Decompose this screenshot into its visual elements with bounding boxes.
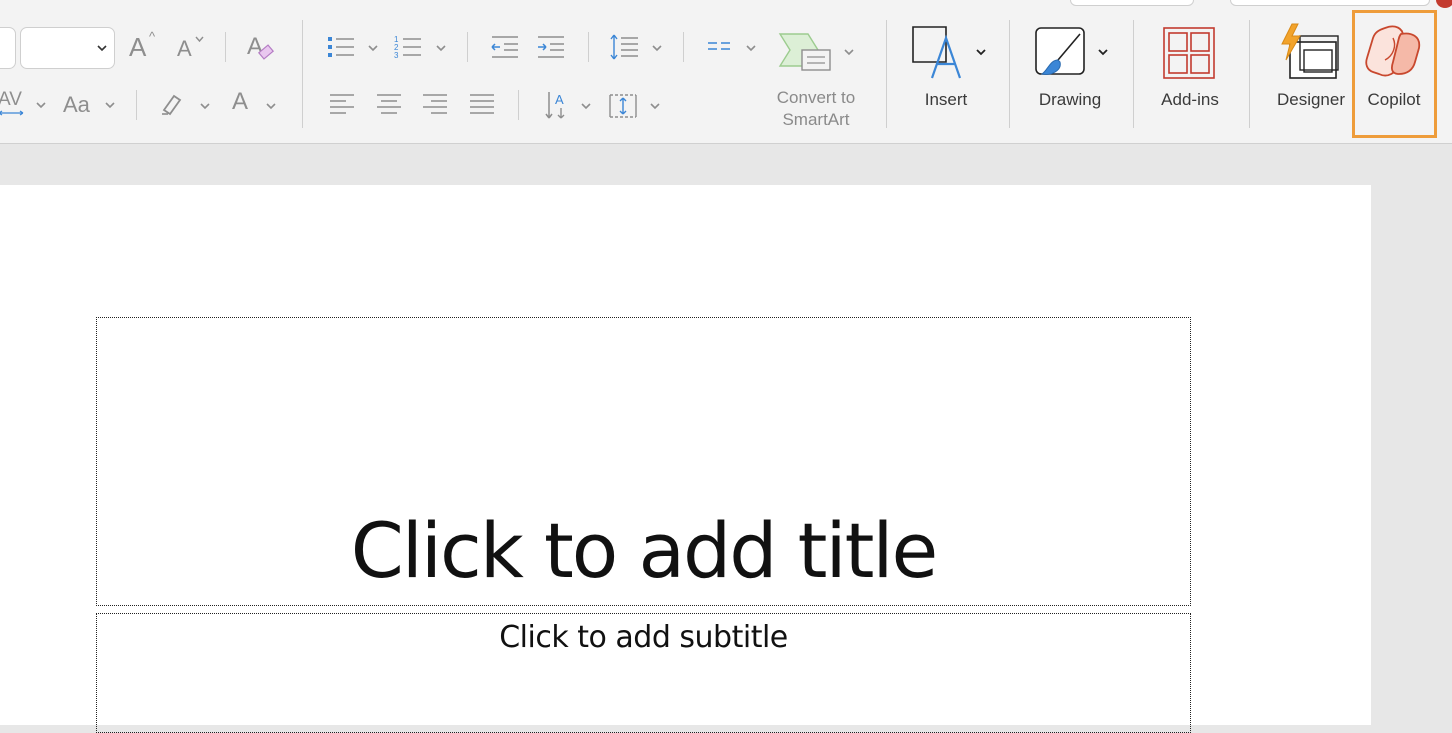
svg-text:A: A [555,92,564,107]
font-color-glyph: A [232,88,249,115]
chevron-down-icon [1098,49,1108,56]
ribbon: A ^ A A AV Aa A 1 2 3 A Convert to Smart… [0,0,1452,144]
increase-indent-icon[interactable] [536,33,566,61]
align-left-icon[interactable] [328,92,356,118]
text-direction-button[interactable]: A [541,88,597,122]
align-center-icon[interactable] [375,92,403,118]
shrink-font-glyph: A [177,36,192,61]
chevron-down-icon [976,49,986,56]
separator [683,32,684,62]
decrease-indent-icon[interactable] [490,33,520,61]
chevron-down-icon [581,103,591,110]
chevron-down-icon [200,103,210,110]
line-spacing-button[interactable] [608,32,664,62]
convert-smartart-label-2: SmartArt [782,110,850,129]
change-case-glyph: Aa [63,92,90,117]
font-name-dropdown[interactable] [0,27,16,69]
justify-icon[interactable] [468,92,496,118]
addins-grid-icon [1163,27,1215,79]
align-text-button[interactable] [607,90,663,122]
grow-font-button[interactable]: A ^ [127,30,161,64]
profile-badge[interactable] [1436,0,1452,8]
highlighter-icon [162,94,182,116]
separator [518,90,519,120]
insert-label: Insert [924,90,968,109]
chevron-down-icon [436,45,446,52]
title-placeholder[interactable]: Click to add title [96,317,1191,606]
bullet-list-icon [328,37,354,57]
slide-canvas: Click to add title Click to add subtitle [0,185,1371,733]
font-size-dropdown[interactable] [20,27,115,69]
bullets-button[interactable] [326,32,382,62]
svg-text:3: 3 [394,51,399,60]
addins-label: Add-ins [1161,90,1219,109]
align-right-icon[interactable] [421,92,449,118]
columns-button[interactable] [706,35,762,61]
insert-button[interactable]: Insert [900,10,995,138]
chevron-down-icon [844,49,854,56]
group-separator [1009,20,1010,128]
caret-down-icon [195,36,204,43]
group-separator [302,20,303,128]
chevron-down-icon [746,45,756,52]
highlight-color-button[interactable] [158,88,212,120]
caret-up-icon: ^ [149,29,156,44]
drawing-button[interactable]: Drawing [1022,10,1122,138]
spacing-arrows-icon [0,110,24,116]
chevron-down-icon [97,45,107,52]
character-spacing-glyph: AV [0,89,22,110]
subtitle-placeholder-text: Click to add subtitle [499,620,788,655]
numbered-list-icon: 1 2 3 [394,35,421,60]
line-spacing-icon [610,34,638,60]
separator [467,32,468,62]
subtitle-placeholder[interactable]: Click to add subtitle [96,613,1191,733]
title-placeholder-text: Click to add title [350,506,939,595]
chevron-down-icon [105,102,115,109]
chevron-down-icon [36,102,46,109]
grow-font-glyph: A [129,32,147,62]
character-spacing-button[interactable]: AV [0,88,48,120]
designer-button[interactable]: Designer [1262,10,1352,138]
columns-icon [708,42,730,50]
designer-label: Designer [1276,90,1346,109]
group-separator [1133,20,1134,128]
shrink-font-button[interactable]: A [175,30,209,64]
convert-smartart-button[interactable]: Convert to SmartArt [760,24,872,134]
smartart-icon [778,33,831,71]
top-control-fragment-2 [1230,0,1430,6]
convert-smartart-label: Convert to [776,88,856,107]
chevron-down-icon [652,45,662,52]
svg-text:A: A [247,33,263,60]
separator [136,90,137,120]
copilot-highlight-box [1352,10,1437,138]
insert-textbox-icon [912,26,962,79]
chevron-down-icon [368,45,378,52]
designer-icon [1281,23,1339,79]
drawing-label: Drawing [1038,90,1102,109]
clear-formatting-icon[interactable]: A [245,30,277,64]
text-direction-icon: A [545,92,565,119]
change-case-button[interactable]: Aa [63,92,121,120]
group-separator [1249,20,1250,128]
top-control-fragment [1070,0,1194,6]
addins-button[interactable]: Add-ins [1144,10,1236,138]
align-text-icon [609,94,637,118]
numbering-button[interactable]: 1 2 3 [393,32,449,62]
chevron-down-icon [266,103,276,110]
drawing-brush-icon [1035,27,1085,75]
font-color-button[interactable]: A [230,88,280,120]
separator [588,32,589,62]
separator [225,32,226,62]
chevron-down-icon [650,103,660,110]
group-separator [886,20,887,128]
